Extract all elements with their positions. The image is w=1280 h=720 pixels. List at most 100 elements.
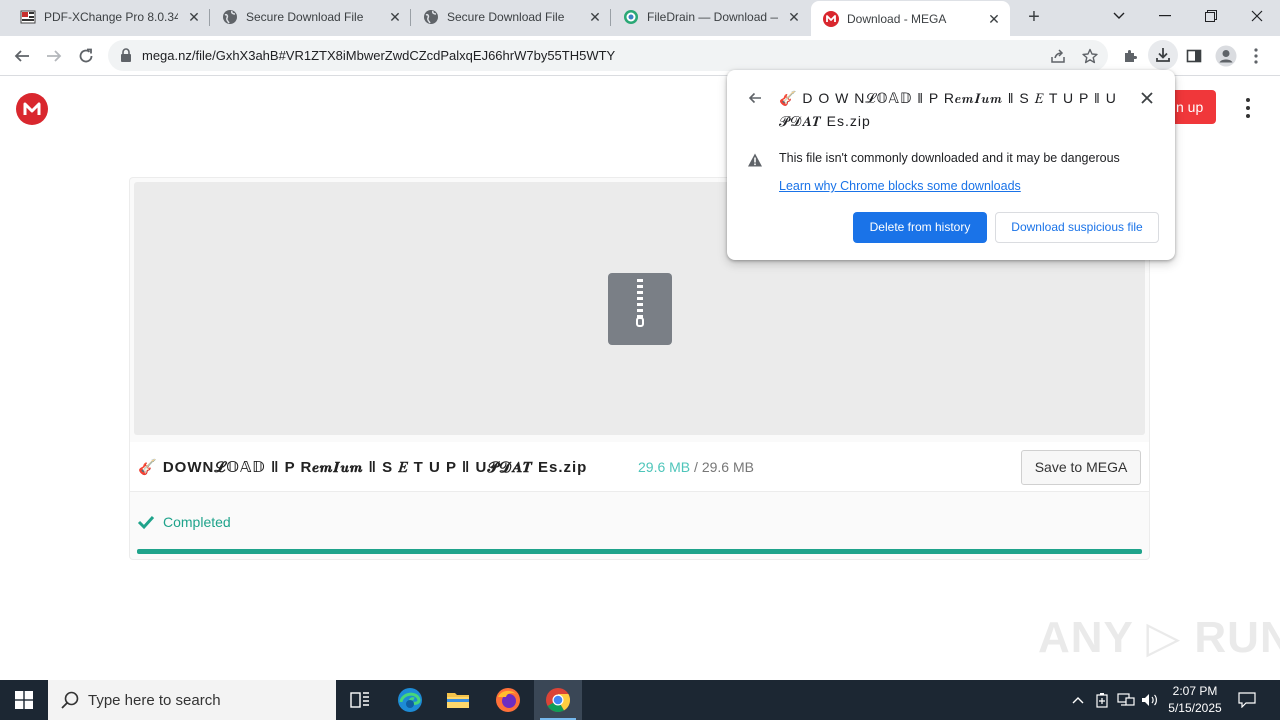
task-view-icon xyxy=(350,692,369,708)
side-panel-icon xyxy=(1186,49,1202,63)
close-icon[interactable]: ✕ xyxy=(186,9,202,25)
search-icon xyxy=(61,691,79,709)
tab-title: PDF-XChange Pro 8.0.341 xyxy=(44,10,178,24)
close-window-button[interactable] xyxy=(1234,0,1280,32)
arrow-left-icon xyxy=(14,50,29,62)
chrome-app[interactable] xyxy=(534,680,582,720)
reload-icon xyxy=(79,48,93,63)
anyrun-watermark: ANY ▷ RUN xyxy=(1038,613,1280,662)
pdf-xchange-icon xyxy=(20,9,36,25)
clock-time: 2:07 PM xyxy=(1172,684,1218,698)
more-vertical-icon[interactable] xyxy=(1240,98,1256,118)
new-tab-button[interactable]: + xyxy=(1022,6,1046,30)
restore-icon xyxy=(1205,10,1217,22)
system-clock[interactable]: 2:07 PM 5/15/2025 xyxy=(1160,683,1230,717)
delete-from-history-button[interactable]: Delete from history xyxy=(853,212,987,243)
notification-button[interactable] xyxy=(1232,690,1262,710)
taskbar-search[interactable]: Type here to search xyxy=(48,680,336,720)
network-icon[interactable] xyxy=(1116,690,1136,710)
search-placeholder: Type here to search xyxy=(88,691,221,709)
windows-taskbar: Type here to search 2:07 PM 5/15/2025 xyxy=(0,680,1280,720)
close-icon[interactable]: ✕ xyxy=(986,11,1002,27)
mega-logo[interactable] xyxy=(16,93,48,125)
zip-file-icon xyxy=(608,273,672,345)
file-name: 🎸 DOWN𝓛𝕆𝔸𝔻 ‖ P R𝒆𝒎𝑰𝒖𝒎 ‖ S 𝐸 T U P ‖ U𝓟𝓓𝑨… xyxy=(138,459,588,476)
address-bar[interactable]: mega.nz/file/GxhX3ahB#VR1ZTX8iMbwerZwdCZ… xyxy=(108,40,1108,71)
windows-logo-icon xyxy=(15,691,33,709)
tab-strip: PDF-XChange Pro 8.0.341 ✕ Secure Downloa… xyxy=(0,0,1280,36)
file-size: 29.6 MB / 29.6 MB xyxy=(638,459,754,475)
tab-filedrain[interactable]: FileDrain — Download — ✕ xyxy=(611,0,810,34)
download-suspicious-file-button[interactable]: Download suspicious file xyxy=(995,212,1159,243)
bubble-file-name: 🎸 D O W N𝓛𝕆𝔸𝔻 ‖ P R𝒆𝒎𝑰𝒖𝒎 ‖ S 𝐸 T U P ‖ U… xyxy=(779,90,1117,129)
firefox-icon xyxy=(496,688,520,712)
back-button[interactable] xyxy=(10,44,34,68)
chevron-up-icon[interactable] xyxy=(1068,690,1088,710)
close-icon[interactable]: ✕ xyxy=(387,9,403,25)
size-downloaded: 29.6 MB xyxy=(638,459,691,475)
checkmark-icon xyxy=(137,515,155,530)
download-bubble: 🎸 D O W N𝓛𝕆𝔸𝔻 ‖ P R𝒆𝒎𝑰𝒖𝒎 ‖ S 𝐸 T U P ‖ U… xyxy=(727,70,1175,260)
mega-icon xyxy=(823,10,839,27)
notification-icon xyxy=(1238,692,1256,708)
warning-icon xyxy=(747,152,763,168)
reload-button[interactable] xyxy=(74,44,98,68)
downloads-button[interactable] xyxy=(1148,40,1178,70)
close-icon xyxy=(1251,10,1263,22)
mega-icon xyxy=(23,102,41,115)
warning-text: This file isn't commonly downloaded and … xyxy=(779,151,1120,165)
globe-icon xyxy=(222,9,238,25)
close-icon[interactable]: ✕ xyxy=(786,9,802,25)
learn-more-link[interactable]: Learn why Chrome blocks some downloads xyxy=(779,179,1021,193)
edge-app[interactable] xyxy=(386,680,434,720)
file-info-row: 🎸 DOWN𝓛𝕆𝔸𝔻 ‖ P R𝒆𝒎𝑰𝒖𝒎 ‖ S 𝐸 T U P ‖ U𝓟𝓓𝑨… xyxy=(130,442,1149,492)
tab-mega-download[interactable]: Download - MEGA ✕ xyxy=(811,1,1010,36)
size-separator: / xyxy=(694,459,698,475)
tab-title: FileDrain — Download — xyxy=(647,10,778,24)
more-vertical-icon xyxy=(1254,48,1258,64)
start-button[interactable] xyxy=(0,680,48,720)
file-explorer-app[interactable] xyxy=(434,680,482,720)
clock-date: 5/15/2025 xyxy=(1168,701,1222,715)
chevron-down-icon xyxy=(1113,12,1125,19)
minimize-button[interactable] xyxy=(1142,0,1188,32)
lock-icon[interactable] xyxy=(120,48,132,67)
download-icon xyxy=(1156,48,1170,62)
size-total: 29.6 MB xyxy=(701,459,754,475)
side-panel-button[interactable] xyxy=(1182,44,1206,68)
firefox-app[interactable] xyxy=(484,680,532,720)
volume-icon[interactable] xyxy=(1140,690,1160,710)
chrome-menu-button[interactable] xyxy=(1244,44,1268,68)
tab-title: Secure Download File xyxy=(246,10,364,24)
folder-icon xyxy=(447,693,469,708)
restore-button[interactable] xyxy=(1188,0,1234,32)
back-arrow-icon[interactable] xyxy=(747,90,763,106)
tab-pdf-xchange[interactable]: PDF-XChange Pro 8.0.341 ✕ xyxy=(8,0,210,34)
globe-icon xyxy=(423,9,439,25)
progress-bar xyxy=(137,549,1142,554)
url-text[interactable]: mega.nz/file/GxhX3ahB#VR1ZTX8iMbwerZwdCZ… xyxy=(142,48,615,63)
close-icon[interactable] xyxy=(1139,90,1155,106)
arrow-right-icon xyxy=(47,50,62,62)
avatar-icon xyxy=(1215,45,1237,67)
task-view-button[interactable] xyxy=(336,680,384,720)
tab-search-button[interactable] xyxy=(1096,0,1142,32)
tab-secure-download-2[interactable]: Secure Download File ✕ xyxy=(411,0,611,34)
extensions-button[interactable] xyxy=(1118,44,1142,68)
download-status: Completed xyxy=(137,513,231,531)
share-icon[interactable] xyxy=(1046,44,1070,68)
filedrain-icon xyxy=(623,9,639,25)
status-text: Completed xyxy=(163,514,231,530)
close-icon[interactable]: ✕ xyxy=(587,9,603,25)
save-to-mega-button[interactable]: Save to MEGA xyxy=(1021,450,1141,485)
minimize-icon xyxy=(1159,15,1171,17)
puzzle-icon xyxy=(1125,50,1137,62)
tab-title: Secure Download File xyxy=(447,10,565,24)
battery-plug-icon[interactable] xyxy=(1092,690,1112,710)
forward-button[interactable] xyxy=(42,44,66,68)
tab-secure-download-1[interactable]: Secure Download File ✕ xyxy=(210,0,411,34)
profile-button[interactable] xyxy=(1214,44,1238,68)
bookmark-star-icon[interactable] xyxy=(1078,44,1102,68)
edge-icon xyxy=(398,688,422,712)
chrome-icon xyxy=(546,688,571,713)
